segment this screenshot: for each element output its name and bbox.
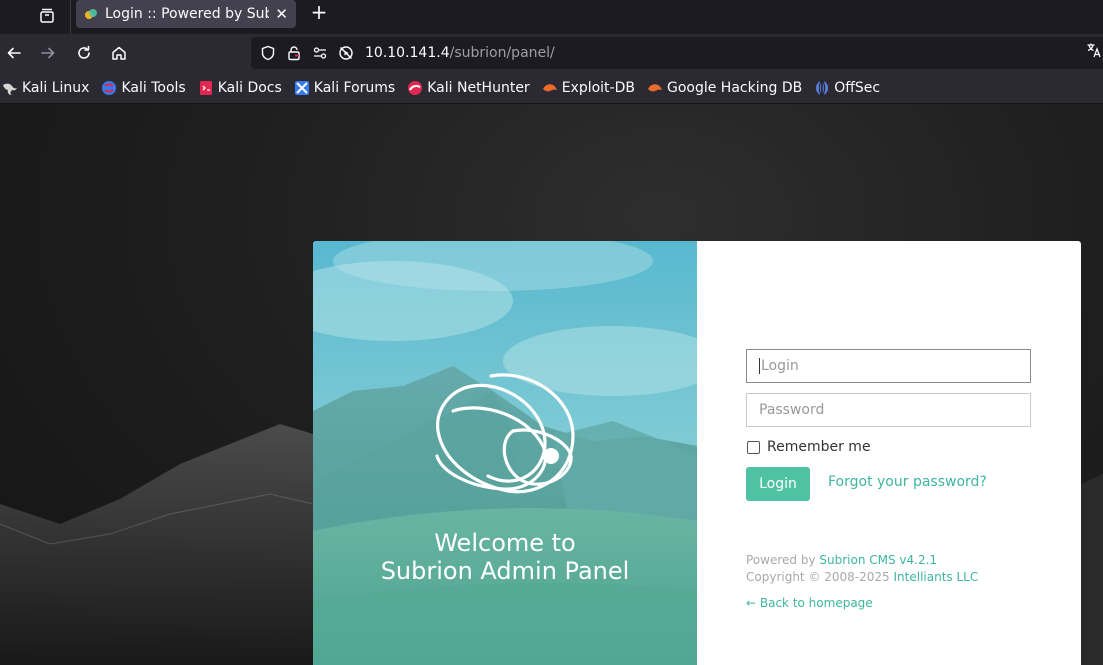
- url-host: 10.10.141.4: [365, 45, 450, 61]
- bookmark-kali-tools[interactable]: Kali Tools: [101, 79, 186, 96]
- back-to-homepage-link[interactable]: ← Back to homepage: [746, 596, 873, 610]
- password-input[interactable]: Password: [746, 393, 1031, 427]
- remember-me-checkbox[interactable]: [747, 440, 760, 454]
- bookmark-label: Kali Tools: [121, 79, 186, 96]
- forward-arrow-icon[interactable]: [34, 39, 62, 67]
- kali-tools-icon: [102, 80, 117, 95]
- kali-forums-icon: [294, 80, 309, 95]
- login-card: Welcome to Subrion Admin Panel Login Pas…: [313, 241, 1081, 665]
- kali-dragon-icon: [3, 83, 17, 95]
- exploit-db-icon: [542, 83, 557, 91]
- offsec-icon: [816, 80, 829, 95]
- new-tab-button[interactable]: +: [306, 0, 332, 24]
- ghdb-icon: [647, 83, 662, 91]
- bookmark-kali-forums[interactable]: Kali Forums: [294, 80, 395, 96]
- subrion-favicon-icon: [85, 9, 97, 19]
- bookmark-kali-nethunter[interactable]: Kali NetHunter: [407, 79, 530, 96]
- bookmark-kali-docs[interactable]: Kali Docs: [198, 80, 282, 96]
- tab-separator: [70, 0, 71, 34]
- back-arrow-icon[interactable]: [0, 39, 28, 67]
- page-background: Welcome to Subrion Admin Panel Login Pas…: [0, 104, 1103, 665]
- text-caret: [759, 358, 760, 374]
- navigation-toolbar: 10.10.141.4/subrion/panel/: [0, 34, 1103, 72]
- insecure-lock-icon[interactable]: [283, 42, 305, 64]
- copyright-line: Copyright © 2008-2025 Intelliants LLC: [746, 569, 978, 586]
- powered-by-footer: Powered by Subrion CMS v4.2.1 Copyright …: [746, 552, 978, 586]
- welcome-panel: Welcome to Subrion Admin Panel: [313, 241, 697, 665]
- kali-docs-icon: [199, 80, 212, 95]
- bookmark-google-hacking-db[interactable]: Google Hacking DB: [647, 80, 802, 96]
- welcome-line-2: Subrion Admin Panel: [380, 557, 630, 585]
- url-path: /subrion/panel/: [449, 45, 555, 61]
- active-tab[interactable]: Login :: Powered by Subr ✕: [76, 0, 296, 28]
- remember-me-label[interactable]: Remember me: [767, 439, 871, 455]
- forgot-password-link[interactable]: Forgot your password?: [828, 474, 987, 490]
- bookmark-label: Exploit-DB: [561, 79, 635, 96]
- bookmark-label: Kali Linux: [22, 79, 90, 96]
- bookmark-kali-linux[interactable]: Kali Linux: [2, 80, 89, 96]
- close-tab-icon[interactable]: ✕: [275, 5, 288, 23]
- kali-nethunter-icon: [408, 80, 423, 95]
- login-form: Login Password Remember me Login Forgot …: [697, 241, 1081, 665]
- address-bar[interactable]: 10.10.141.4/subrion/panel/: [251, 37, 1103, 69]
- tab-title: Login :: Powered by Subr: [105, 6, 270, 22]
- login-button[interactable]: Login: [746, 467, 810, 501]
- powered-by-text: Powered by: [746, 553, 820, 567]
- welcome-line-1: Welcome to: [434, 529, 576, 557]
- tab-overview-icon[interactable]: [30, 2, 64, 30]
- subrion-cms-link[interactable]: Subrion CMS v4.2.1: [819, 553, 937, 567]
- login-placeholder: Login: [761, 358, 799, 374]
- bookmark-label: Kali Docs: [217, 79, 282, 96]
- autoplay-blocked-icon[interactable]: [335, 42, 357, 64]
- copyright-text: Copyright © 2008-2025: [746, 570, 894, 584]
- translate-icon[interactable]: [1086, 42, 1102, 62]
- intelliants-link[interactable]: Intelliants LLC: [894, 570, 979, 584]
- password-placeholder: Password: [759, 402, 825, 418]
- remember-me-row[interactable]: Remember me: [747, 439, 871, 455]
- reload-icon[interactable]: [70, 39, 98, 67]
- bookmark-label: Kali NetHunter: [427, 79, 530, 96]
- subrion-logo-icon: [435, 373, 575, 494]
- tracking-shield-icon[interactable]: [257, 42, 279, 64]
- bookmark-label: Google Hacking DB: [666, 79, 803, 96]
- powered-by-line: Powered by Subrion CMS v4.2.1: [746, 552, 978, 569]
- bookmark-exploit-db[interactable]: Exploit-DB: [542, 80, 635, 96]
- login-input[interactable]: Login: [746, 349, 1031, 383]
- permissions-icon[interactable]: [309, 42, 331, 64]
- bookmark-label: Kali Forums: [313, 79, 396, 96]
- bookmarks-toolbar: Kali Linux Kali Tools Kali Docs Kali For…: [0, 72, 1103, 104]
- welcome-heading: Welcome to Subrion Admin Panel: [313, 529, 697, 585]
- bookmark-label: OffSec: [834, 79, 881, 96]
- bookmark-offsec[interactable]: OffSec: [814, 80, 880, 96]
- tab-bar: Login :: Powered by Subr ✕ +: [0, 0, 1103, 34]
- home-icon[interactable]: [105, 39, 133, 67]
